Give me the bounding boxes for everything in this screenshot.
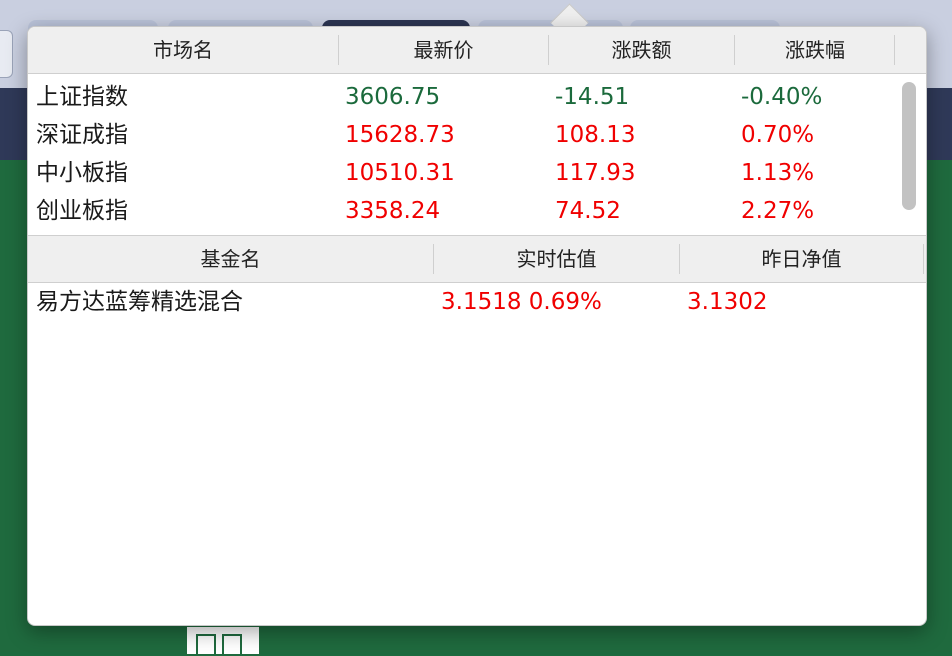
fund-row[interactable]: 易方达蓝筹精选混合 3.1518 0.69% 3.1302 bbox=[28, 283, 898, 321]
background-search-field[interactable] bbox=[0, 30, 13, 78]
latest-price: 3606.75 bbox=[345, 84, 441, 110]
column-separator[interactable] bbox=[923, 244, 924, 274]
previous-nav: 3.1302 bbox=[687, 289, 768, 315]
latest-price: 3358.24 bbox=[345, 198, 441, 224]
market-row[interactable]: 中小板指 10510.31 117.93 1.13% bbox=[28, 154, 898, 192]
market-name: 创业板指 bbox=[36, 198, 128, 224]
latest-price: 10510.31 bbox=[345, 160, 455, 186]
change-amount: 74.52 bbox=[555, 198, 621, 224]
market-row[interactable]: 上证指数 3606.75 -14.51 -0.40% bbox=[28, 78, 898, 116]
market-name: 深证成指 bbox=[36, 122, 128, 148]
change-percent: 0.70% bbox=[741, 122, 815, 148]
change-amount: -14.51 bbox=[555, 84, 630, 110]
column-header-change-percent[interactable]: 涨跌幅 bbox=[735, 27, 895, 73]
column-header-previous-nav[interactable]: 昨日净值 bbox=[680, 236, 923, 282]
market-name: 中小板指 bbox=[36, 160, 128, 186]
market-name: 上证指数 bbox=[36, 84, 128, 110]
background-icon-part bbox=[196, 634, 216, 654]
column-header-realtime-estimate[interactable]: 实时估值 bbox=[434, 236, 679, 282]
column-separator[interactable] bbox=[894, 35, 895, 65]
market-table-scrollbar[interactable] bbox=[902, 82, 916, 210]
column-header-fund-name[interactable]: 基金名 bbox=[28, 236, 433, 282]
change-percent: 1.13% bbox=[741, 160, 815, 186]
latest-price: 15628.73 bbox=[345, 122, 455, 148]
change-amount: 108.13 bbox=[555, 122, 636, 148]
change-percent: -0.40% bbox=[741, 84, 823, 110]
market-table-header: 市场名 最新价 涨跌额 涨跌幅 bbox=[28, 27, 926, 74]
column-header-latest-price[interactable]: 最新价 bbox=[339, 27, 548, 73]
market-row[interactable]: 深证成指 15628.73 108.13 0.70% bbox=[28, 116, 898, 154]
market-row[interactable]: 创业板指 3358.24 74.52 2.27% bbox=[28, 192, 898, 230]
column-header-change[interactable]: 涨跌额 bbox=[549, 27, 734, 73]
column-header-market-name[interactable]: 市场名 bbox=[28, 27, 338, 73]
change-amount: 117.93 bbox=[555, 160, 636, 186]
fund-name: 易方达蓝筹精选混合 bbox=[36, 289, 243, 315]
stock-fund-popover: 市场名 最新价 涨跌额 涨跌幅 上证指数 3606.75 -14.51 -0.4… bbox=[27, 26, 927, 626]
change-percent: 2.27% bbox=[741, 198, 815, 224]
background-icon-part bbox=[222, 634, 242, 654]
fund-table-header: 基金名 实时估值 昨日净值 bbox=[28, 236, 926, 283]
realtime-estimate: 3.1518 0.69% bbox=[441, 289, 602, 315]
